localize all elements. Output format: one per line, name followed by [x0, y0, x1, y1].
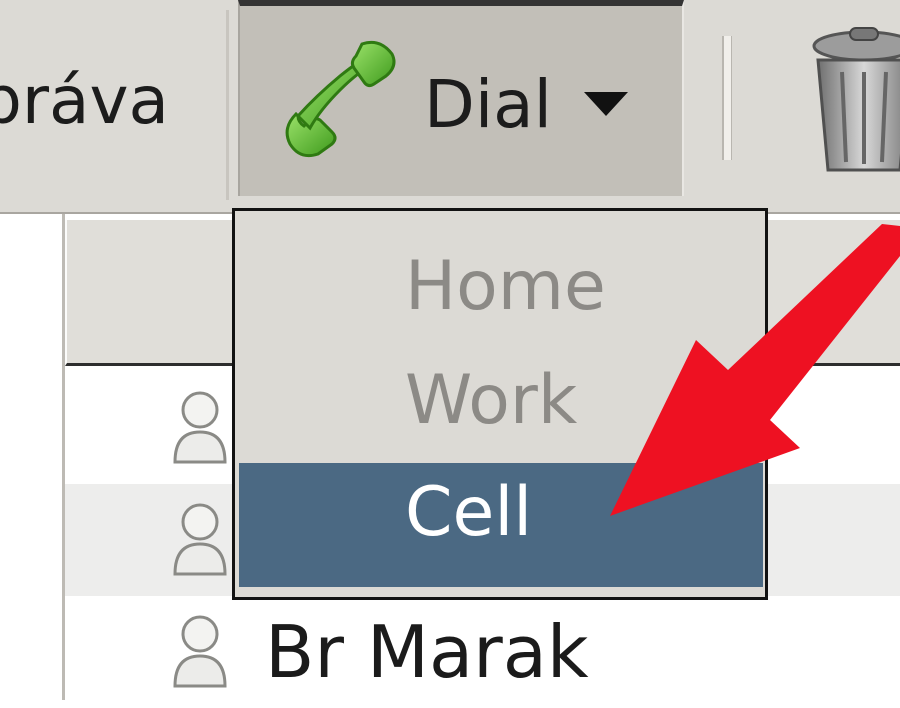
- phone-icon: [285, 40, 396, 158]
- dial-button[interactable]: Dial: [238, 0, 684, 196]
- dial-button-label: Dial: [424, 66, 552, 143]
- toolbar-separator: [226, 10, 229, 200]
- contact-name: Br Marak: [265, 610, 589, 694]
- dial-dropdown-menu: Home Work Cell: [232, 208, 768, 600]
- contact-icon: [173, 391, 227, 464]
- list-item[interactable]: Br Marak: [65, 596, 900, 708]
- menu-item-label: Work: [405, 361, 578, 440]
- menu-item-home[interactable]: Home: [239, 241, 763, 359]
- message-button[interactable]: práva: [0, 0, 210, 200]
- list-margin: [0, 214, 65, 700]
- toolbar-separator: [722, 36, 732, 160]
- contact-icon: [173, 503, 227, 576]
- contact-icon: [173, 615, 227, 688]
- menu-item-label: Home: [405, 247, 606, 326]
- menu-item-label: Cell: [405, 473, 533, 552]
- trash-icon[interactable]: [808, 24, 900, 174]
- dropdown-arrow-icon: [584, 92, 628, 116]
- menu-item-cell[interactable]: Cell: [239, 463, 763, 587]
- message-button-label: práva: [0, 61, 169, 139]
- menu-item-work[interactable]: Work: [239, 361, 763, 479]
- toolbar: práva Dial: [0, 0, 900, 214]
